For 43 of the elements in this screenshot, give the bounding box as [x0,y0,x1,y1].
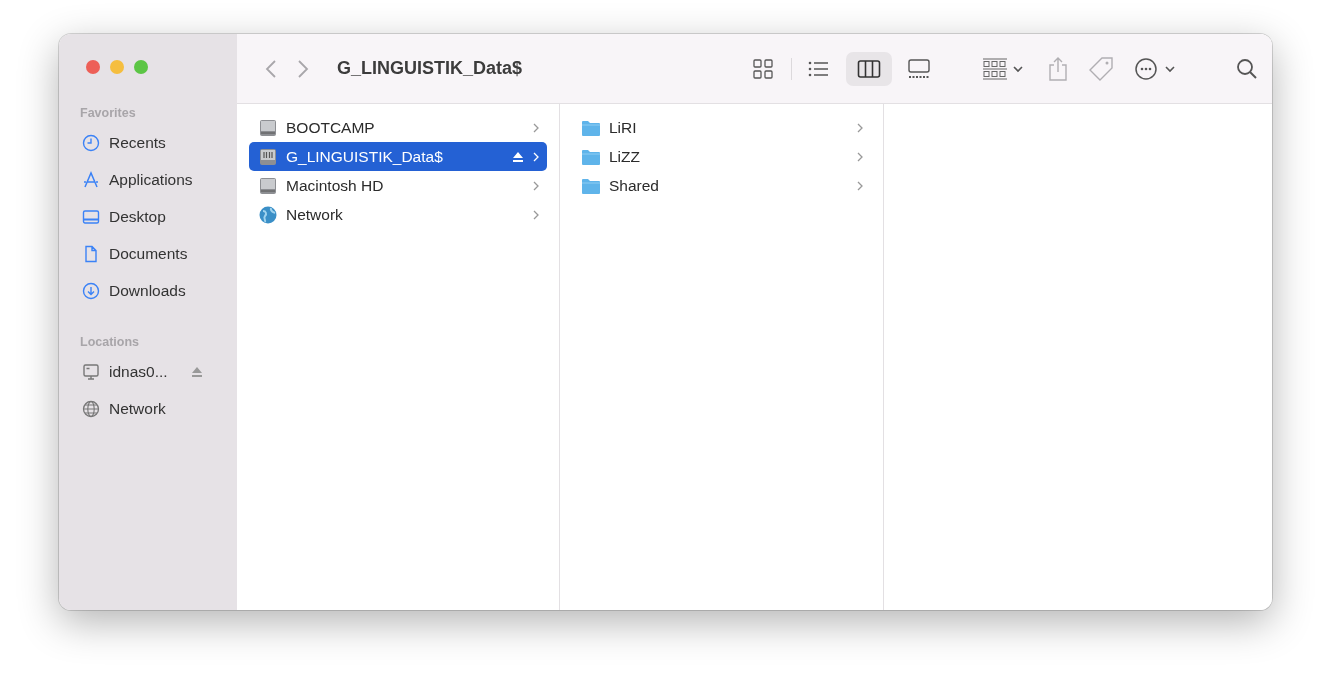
section-heading: Favorites [79,105,137,122]
chevron-icon [532,179,540,192]
columns-icon [857,57,881,80]
file-item[interactable]: G_LINGUISTIK_Data$ [249,142,547,171]
monitor-icon [82,362,100,381]
file-item[interactable]: Macintosh HD [249,171,547,200]
gallery-icon [907,57,931,80]
sidebar-item[interactable]: Desktop [69,198,227,235]
file-item[interactable]: Network [249,200,547,229]
globe-icon [258,204,278,225]
tag-button[interactable] [1088,55,1114,82]
sidebar-item[interactable]: Downloads [69,272,227,309]
file-item[interactable]: Shared [572,171,871,200]
chevron-icon [532,208,540,221]
file-item[interactable]: LiRI [572,113,871,142]
sidebar-item[interactable]: Recents [69,124,227,161]
section-heading: Locations [79,334,141,351]
search-button[interactable] [1236,57,1258,80]
grid-icon [752,57,776,80]
sidebar-item[interactable]: Network [69,390,227,427]
forward-button[interactable] [297,58,309,79]
back-button[interactable] [265,58,277,79]
group-button[interactable] [982,56,1024,81]
chevron-icon [856,121,864,134]
close-button[interactable] [86,60,100,74]
clock-icon [82,133,100,152]
share-button[interactable] [1048,55,1068,82]
globe-icon [82,399,100,418]
desktop-icon [82,207,100,226]
file-item[interactable]: LiZZ [572,142,871,171]
document-icon [82,244,100,263]
file-item[interactable]: BOOTCAMP [249,113,547,142]
more-button[interactable] [1134,56,1176,81]
sidebar-item[interactable]: Applications [69,161,227,198]
chevron-icon [856,150,864,163]
chevron-icon [532,121,540,134]
chevron-icon [856,179,864,192]
download-icon [82,281,100,300]
view-button[interactable] [846,51,892,86]
sidebar-item[interactable]: Documents [69,235,227,272]
window-title: G_LINGUISTIK_Data$ [337,58,524,79]
sidebar-item[interactable]: idnas0... [69,353,227,390]
chevron-icon [532,150,540,163]
